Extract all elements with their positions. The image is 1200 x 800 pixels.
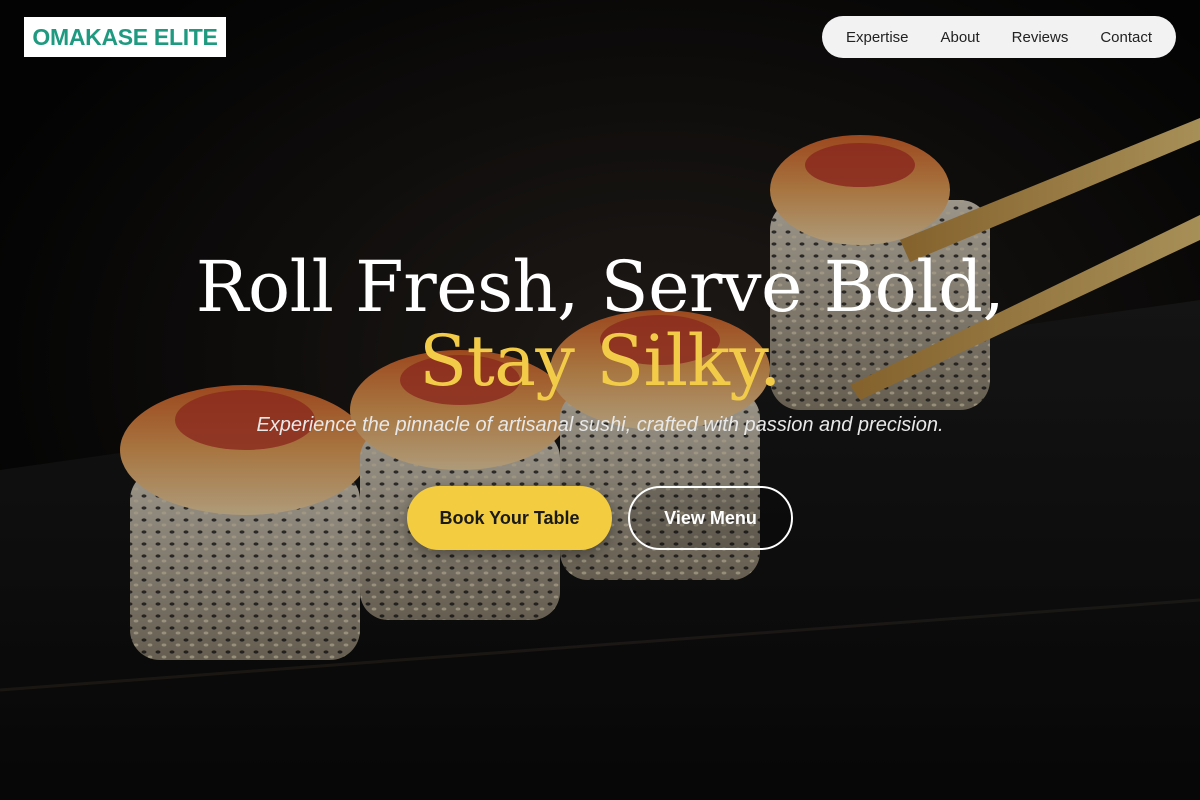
hero-headline-line1: Roll Fresh, Serve Bold, bbox=[195, 246, 1005, 328]
hero-section: Roll Fresh, Serve Bold, Stay Silky. Expe… bbox=[0, 250, 1200, 437]
nav-link-about[interactable]: About bbox=[932, 25, 987, 50]
hero-headline: Roll Fresh, Serve Bold, Stay Silky. bbox=[0, 250, 1200, 398]
nav-link-contact[interactable]: Contact bbox=[1092, 25, 1160, 50]
nav-link-expertise[interactable]: Expertise bbox=[838, 25, 917, 50]
book-table-button[interactable]: Book Your Table bbox=[407, 486, 612, 550]
cta-row: Book Your Table View Menu bbox=[0, 486, 1200, 550]
view-menu-button[interactable]: View Menu bbox=[628, 486, 793, 550]
hero-subtitle: Experience the pinnacle of artisanal sus… bbox=[256, 414, 944, 436]
page: OMAKASE ELITE Expertise About Reviews Co… bbox=[0, 0, 1200, 800]
nav-link-reviews[interactable]: Reviews bbox=[1004, 25, 1077, 50]
hero-headline-accent: Stay Silky. bbox=[419, 320, 781, 402]
main-nav: Expertise About Reviews Contact bbox=[822, 16, 1176, 58]
brand-logo[interactable]: OMAKASE ELITE bbox=[24, 17, 226, 57]
